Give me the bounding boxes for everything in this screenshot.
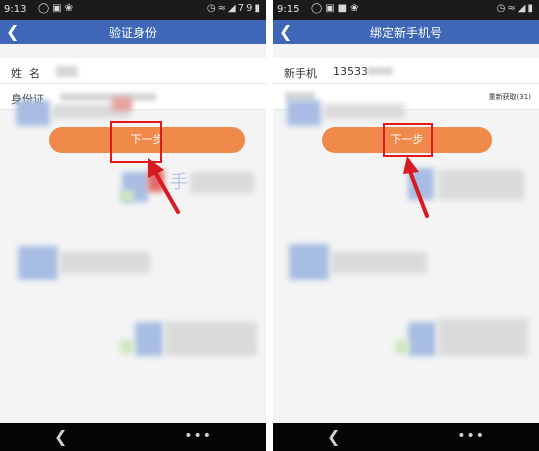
name-label: 姓 名 (11, 67, 40, 80)
new-phone-value[interactable]: 13533 (333, 65, 368, 78)
new-phone-value-redacted (367, 67, 393, 75)
resend-code-link[interactable]: 重新获取(31) (489, 92, 531, 102)
status-bar: 9:15 ◯▣■❀ ◷≈◢▮ (273, 0, 539, 20)
red-pointer-arrow (148, 158, 180, 214)
watermark-logo (120, 190, 134, 202)
new-phone-row[interactable]: 新手机 13533 (273, 58, 539, 84)
more-dots-icon[interactable]: ••• (457, 428, 485, 444)
alarm-clock-icon: ◷ (206, 3, 218, 14)
watermark-text (190, 172, 254, 194)
chat-bubble-icon: ◯ (38, 3, 53, 14)
watermark-text (323, 104, 405, 118)
page-title: 验证身份 (108, 26, 157, 40)
page-title: 绑定新手机号 (369, 26, 442, 40)
watermark-text (60, 252, 150, 274)
battery-icon: ▮ (527, 3, 535, 14)
wifi-icon: ≈ (217, 3, 229, 14)
watermark-text (331, 252, 427, 274)
more-dots-icon[interactable]: ••• (184, 428, 212, 444)
name-row[interactable]: 姓 名 (0, 58, 266, 84)
red-pointer-arrow (403, 156, 429, 218)
signal-icon: ◢ (228, 3, 238, 14)
notification-icons: ◯▣❀ (38, 3, 76, 14)
title-bar: ❮ 验证身份 (0, 20, 266, 44)
wifi-icon: ≈ (507, 3, 518, 14)
notification-icons: ◯▣■❀ (311, 3, 362, 14)
back-arrow-icon[interactable]: ❮ (327, 427, 340, 446)
watermark-logo (395, 340, 409, 354)
paw-icon: ❀ (64, 3, 77, 14)
image-icon: ▣ (52, 3, 65, 14)
name-value-redacted (56, 66, 78, 77)
watermark-text (165, 322, 257, 356)
system-icons: ◷≈◢▮ (497, 3, 535, 14)
watermark-logo (135, 322, 163, 356)
battery-icon: ▮ (254, 3, 262, 14)
image-icon: ▣ (325, 3, 338, 14)
watermark-logo (289, 244, 329, 280)
navigation-bar: ❮ ••• (273, 423, 539, 451)
left-phone-screen: 9:13 ◯▣❀ ◷≈◢79▮ ❮ 验证身份 姓 名 身份证 下一步 手 (0, 0, 266, 451)
watermark-logo (16, 100, 50, 126)
right-phone-screen: 9:15 ◯▣■❀ ◷≈◢▮ ❮ 绑定新手机号 新手机 13533 重新获取(3… (273, 0, 539, 451)
paw-icon: ❀ (350, 3, 362, 14)
watermark-logo (287, 100, 321, 126)
watermark-logo (112, 97, 132, 111)
status-bar: 9:13 ◯▣❀ ◷≈◢79▮ (0, 0, 266, 20)
watermark-logo (18, 246, 58, 280)
id-card-value-redacted (60, 93, 156, 101)
watermark-text (438, 170, 524, 200)
status-time: 9:13 (4, 4, 27, 15)
watermark-logo (408, 322, 436, 356)
back-arrow-icon[interactable]: ❮ (54, 427, 67, 446)
title-bar: ❮ 绑定新手机号 (273, 20, 539, 44)
navigation-bar: ❮ ••• (0, 423, 266, 451)
battery-level: 79 (237, 3, 255, 14)
system-icons: ◷≈◢79▮ (207, 3, 262, 14)
watermark-logo (120, 340, 134, 354)
alarm-clock-icon: ◷ (496, 3, 508, 14)
chat-bubble-icon: ◯ (311, 3, 326, 14)
watermark-text (438, 318, 528, 356)
status-time: 9:15 (277, 4, 300, 15)
new-phone-label: 新手机 (284, 67, 317, 80)
chat-bubble-icon: ■ (337, 3, 351, 14)
